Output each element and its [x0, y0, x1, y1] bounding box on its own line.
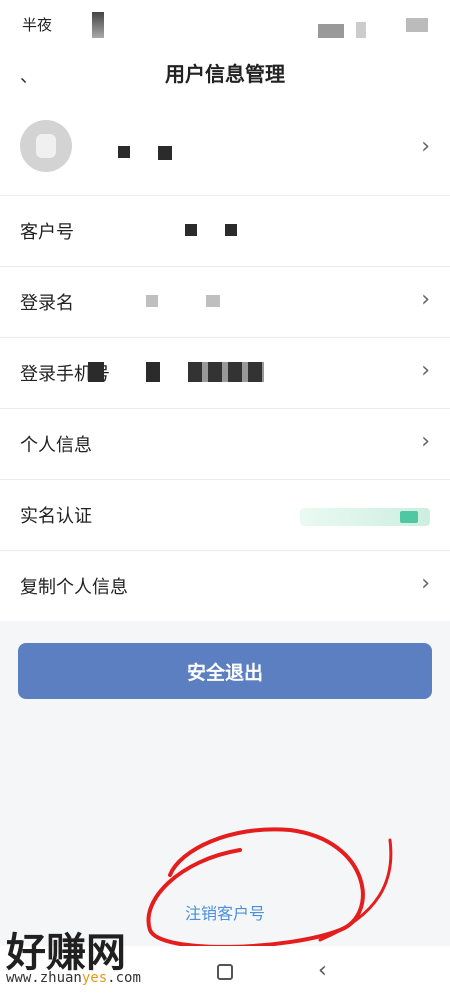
watermark-url: www.zhuanyes.com [6, 970, 141, 986]
copy-info-label: 复制个人信息 [20, 577, 128, 598]
redaction-block [88, 362, 104, 382]
login-name-row[interactable]: 登录名 › [0, 267, 450, 338]
redaction-block [146, 362, 160, 382]
avatar [20, 120, 72, 172]
chevron-right-icon: › [421, 571, 430, 596]
customer-no-row: 客户号 [0, 196, 450, 267]
info-list: › 客户号 登录名 › 登录手机号 › 个人信息 › 实名认证 复制个人信息 › [0, 100, 450, 621]
personal-info-label: 个人信息 [20, 435, 92, 456]
top-bar: 、 用户信息管理 [0, 44, 450, 100]
redaction-block [146, 295, 158, 307]
verified-badge [300, 508, 430, 526]
watermark: 好赚网 www.zhuanyes.com [0, 920, 200, 1000]
status-icons [318, 24, 344, 38]
chevron-right-icon: › [421, 134, 430, 159]
status-bar: 半夜 [0, 0, 450, 44]
realname-label: 实名认证 [20, 506, 92, 527]
customer-no-label: 客户号 [20, 222, 74, 243]
page-title: 用户信息管理 [165, 62, 285, 86]
redaction-block [185, 224, 197, 236]
personal-info-row[interactable]: 个人信息 › [0, 409, 450, 480]
login-phone-row[interactable]: 登录手机号 › [0, 338, 450, 409]
avatar-row[interactable]: › [0, 100, 450, 196]
battery-icon [406, 18, 428, 32]
copy-info-row[interactable]: 复制个人信息 › [0, 551, 450, 621]
redaction-block [188, 362, 264, 382]
back-arrow-icon[interactable]: ‹ [318, 958, 327, 983]
home-icon[interactable] [217, 964, 233, 980]
logout-button[interactable]: 安全退出 [18, 643, 432, 699]
login-name-label: 登录名 [20, 293, 74, 314]
redaction-block [206, 295, 220, 307]
realname-row: 实名认证 [0, 480, 450, 551]
redaction-block [225, 224, 237, 236]
chevron-right-icon: › [421, 358, 430, 383]
chevron-right-icon: › [421, 429, 430, 454]
status-time: 半夜 [22, 16, 53, 34]
redaction-block [92, 12, 104, 38]
chevron-right-icon: › [421, 287, 430, 312]
status-icons [356, 22, 366, 38]
redaction-block [158, 146, 172, 160]
redaction-block [118, 146, 130, 158]
